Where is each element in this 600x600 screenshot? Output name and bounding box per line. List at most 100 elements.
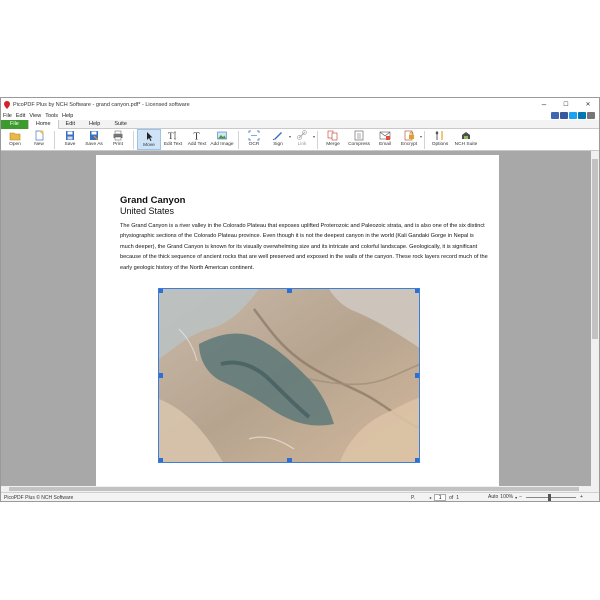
tab-edit[interactable]: Edit: [59, 120, 82, 129]
selected-image[interactable]: [158, 288, 420, 463]
add-text-icon: T: [194, 132, 200, 142]
picopdf-logo-icon: [4, 100, 10, 109]
resize-handle-top-left[interactable]: [159, 289, 163, 293]
toolbar-divider: [54, 131, 55, 149]
options-tools-icon: [435, 131, 443, 140]
folder-open-icon: [9, 132, 21, 141]
resize-handle-left[interactable]: [159, 373, 163, 378]
resize-handle-bottom[interactable]: [287, 458, 292, 462]
menu-help[interactable]: Help: [62, 113, 73, 119]
document-body-text[interactable]: The Grand Canyon is a river valley in th…: [120, 221, 488, 273]
minimize-button[interactable]: –: [533, 98, 555, 111]
email-icon: [379, 131, 391, 140]
window-controls: – ☐ ✕: [533, 98, 599, 111]
pen-sign-icon: [272, 132, 282, 141]
new-button[interactable]: New: [27, 129, 51, 150]
facebook-icon[interactable]: [560, 112, 568, 119]
maximize-button[interactable]: ☐: [555, 98, 577, 111]
nch-suite-icon: [462, 132, 470, 139]
horizontal-scrollbar-thumb[interactable]: [9, 487, 579, 491]
options-button[interactable]: Options: [428, 129, 452, 150]
save-disk-icon: [66, 131, 74, 140]
title-bar: PicoPDF Plus by NCH Software - grand can…: [1, 98, 599, 111]
toolbar-divider: [424, 131, 425, 149]
sign-button[interactable]: Sign ▾: [266, 129, 291, 150]
ribbon-tabs: File Home Edit Help Suite: [1, 120, 599, 130]
new-document-icon: [35, 130, 44, 141]
encrypt-lock-icon: [404, 130, 414, 141]
open-button[interactable]: Open: [3, 129, 27, 150]
close-button[interactable]: ✕: [577, 98, 599, 111]
zoom-slider[interactable]: [526, 493, 577, 501]
print-button[interactable]: Print: [106, 129, 130, 150]
encrypt-button[interactable]: Encrypt ▾: [397, 129, 422, 150]
nch-suite-button[interactable]: NCH Suite: [452, 129, 480, 150]
zoom-mode[interactable]: Auto: [488, 494, 498, 500]
merge-button[interactable]: Merge: [321, 129, 345, 150]
toolbar-divider: [133, 131, 134, 149]
menu-view[interactable]: View: [29, 113, 41, 119]
document-subtitle[interactable]: United States: [120, 206, 174, 216]
printer-icon: [113, 130, 123, 141]
menu-tools[interactable]: Tools: [45, 113, 58, 119]
zoom-out-button[interactable]: −: [519, 494, 522, 500]
save-as-button[interactable]: Save As: [82, 129, 106, 150]
resize-handle-bottom-left[interactable]: [159, 458, 163, 462]
menu-bar: File Edit View Tools Help: [1, 111, 599, 120]
compress-button[interactable]: Compress: [345, 129, 373, 150]
document-workspace: Grand Canyon United States The Grand Can…: [1, 151, 591, 486]
zoom-value[interactable]: 100%: [500, 494, 513, 500]
email-button[interactable]: Email: [373, 129, 397, 150]
help-menu-icon[interactable]: [587, 112, 595, 119]
linkedin-icon[interactable]: [578, 112, 586, 119]
tab-file[interactable]: File: [1, 120, 28, 129]
link-icon: [297, 130, 307, 140]
tab-help[interactable]: Help: [82, 120, 107, 129]
add-text-button[interactable]: T Add Text: [185, 129, 209, 150]
resize-handle-bottom-right[interactable]: [415, 458, 419, 462]
menu-edit[interactable]: Edit: [16, 113, 25, 119]
pdf-page[interactable]: Grand Canyon United States The Grand Can…: [96, 155, 499, 486]
menu-file[interactable]: File: [3, 113, 12, 119]
like-icon[interactable]: [551, 112, 559, 119]
encrypt-dropdown-icon[interactable]: ▾: [420, 134, 422, 139]
zoom-dropdown-icon[interactable]: ▾: [515, 495, 517, 500]
window-title: PicoPDF Plus by NCH Software - grand can…: [13, 101, 190, 108]
twitter-icon[interactable]: [569, 112, 577, 119]
edit-text-button[interactable]: T Edit Text: [161, 129, 185, 150]
status-bar: PicoPDF Plus © NCH Software P. ◂ of 1 Au…: [1, 492, 599, 501]
zoom-control: Auto 100% ▾ − +: [488, 493, 583, 501]
link-button[interactable]: Link ▾: [290, 129, 315, 150]
vertical-scrollbar-thumb[interactable]: [592, 159, 598, 339]
zoom-in-button[interactable]: +: [580, 494, 583, 500]
svg-text:T: T: [168, 131, 174, 141]
prev-page-icon[interactable]: ◂: [429, 495, 431, 500]
page-label: P.: [411, 494, 416, 501]
document-title[interactable]: Grand Canyon: [120, 195, 185, 206]
page-number-input[interactable]: [434, 494, 447, 501]
toolbar-divider: [238, 131, 239, 149]
save-button[interactable]: Save: [58, 129, 82, 150]
link-dropdown-icon[interactable]: ▾: [313, 134, 315, 139]
vertical-scrollbar[interactable]: [591, 151, 599, 486]
page-navigator: P. ◂ of 1: [411, 494, 459, 501]
resize-handle-top-right[interactable]: [415, 289, 419, 293]
save-as-icon: [90, 131, 99, 141]
social-links: [551, 112, 595, 119]
resize-handle-top[interactable]: [287, 289, 292, 293]
move-button[interactable]: Move: [137, 129, 161, 150]
tab-suite[interactable]: Suite: [107, 120, 134, 129]
add-image-icon: [217, 131, 227, 140]
ocr-scan-icon: [248, 130, 260, 141]
app-window: PicoPDF Plus by NCH Software - grand can…: [0, 97, 600, 502]
compress-icon: [354, 130, 364, 141]
resize-handle-right[interactable]: [415, 373, 419, 378]
merge-icon: [327, 130, 338, 141]
ocr-button[interactable]: OCR: [242, 129, 266, 150]
canyon-satellite-image: [159, 289, 419, 462]
total-pages: 1: [456, 494, 460, 501]
cursor-arrow-icon: [147, 132, 153, 141]
add-image-button[interactable]: Add Image: [209, 129, 235, 150]
edit-text-icon: T: [168, 131, 176, 141]
zoom-slider-knob[interactable]: [548, 493, 552, 501]
